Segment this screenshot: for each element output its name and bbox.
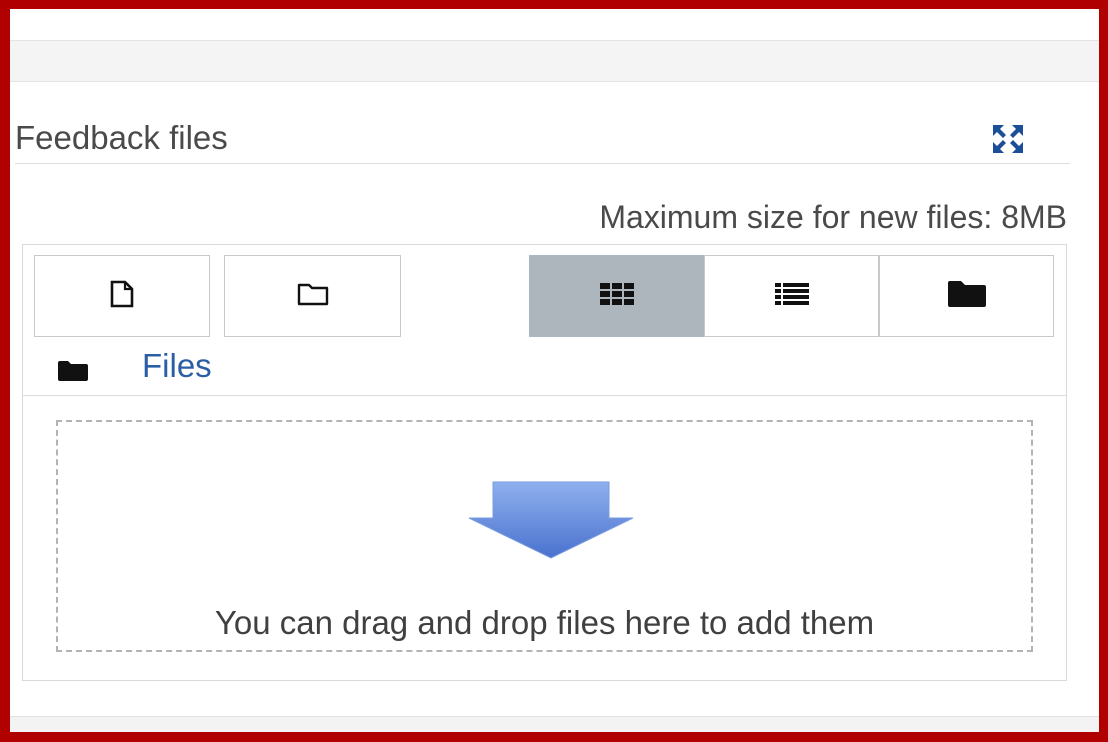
down-arrow-icon <box>468 480 634 565</box>
section-title: Feedback files <box>15 119 228 156</box>
drop-zone[interactable]: You can drag and drop files here to add … <box>56 420 1033 652</box>
breadcrumb-files-link[interactable]: Files <box>142 347 212 385</box>
path-bar: Files <box>23 339 1066 396</box>
list-icon <box>774 282 809 310</box>
file-icon <box>110 280 134 313</box>
fullscreen-arrows-icon[interactable] <box>993 125 1023 153</box>
max-file-size-text: Maximum size for new files: 8MB <box>599 199 1067 235</box>
create-folder-button[interactable] <box>224 255 401 337</box>
folder-outline-icon <box>297 282 329 311</box>
grid-icon <box>599 282 634 310</box>
drop-zone-text: You can drag and drop files here to add … <box>214 604 875 641</box>
bottom-band <box>10 716 1099 732</box>
screenshot-frame: Feedback files Maximum size for new file… <box>0 0 1108 742</box>
view-tree-button[interactable] <box>879 255 1054 337</box>
top-band <box>10 40 1099 82</box>
folder-icon <box>947 280 986 312</box>
add-file-button[interactable] <box>34 255 210 337</box>
view-details-button[interactable] <box>704 255 879 337</box>
file-manager: Files You can drag and drop files here t… <box>22 244 1067 681</box>
section-header: Feedback files <box>15 109 1070 164</box>
view-icons-button[interactable] <box>529 255 704 337</box>
path-folder-icon <box>58 361 88 386</box>
